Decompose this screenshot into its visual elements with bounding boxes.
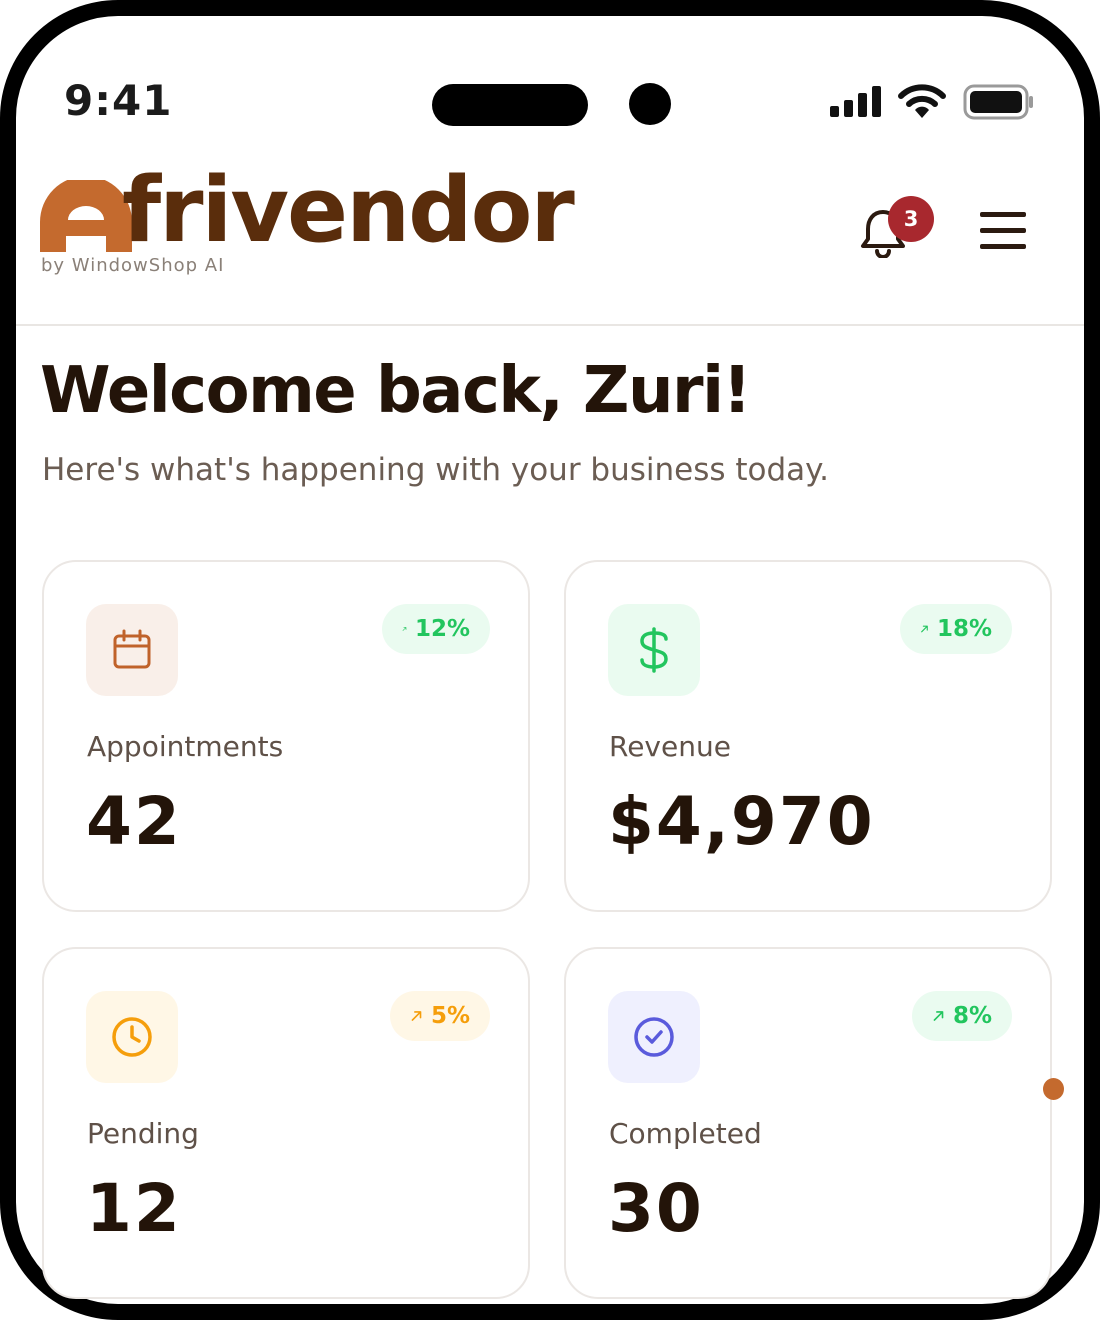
signal-icon bbox=[830, 86, 881, 117]
card-value: 12 bbox=[86, 1170, 182, 1247]
card-value: 30 bbox=[608, 1170, 704, 1247]
card-label: Pending bbox=[87, 1117, 199, 1150]
card-value: 42 bbox=[86, 783, 182, 860]
clock-icon bbox=[112, 1017, 152, 1057]
trend-badge: 18% bbox=[900, 604, 1012, 654]
trend-value: 5% bbox=[430, 1003, 470, 1029]
arrow-up-right-icon bbox=[402, 627, 407, 631]
trend-badge: 5% bbox=[390, 991, 490, 1041]
camera-dot bbox=[629, 83, 671, 125]
trend-badge: 8% bbox=[912, 991, 1012, 1041]
brand-logo[interactable]: frivendor by WindowShop AI bbox=[40, 166, 640, 280]
dollar-icon bbox=[640, 627, 668, 673]
card-icon-box bbox=[86, 604, 178, 696]
logo-wordmark: frivendor bbox=[122, 158, 575, 263]
card-label: Revenue bbox=[609, 730, 731, 763]
scroll-indicator[interactable] bbox=[1043, 1078, 1064, 1100]
card-label: Completed bbox=[609, 1117, 762, 1150]
stat-card-revenue[interactable]: 18% Revenue $4,970 bbox=[564, 560, 1052, 912]
app-header: frivendor by WindowShop AI 3 bbox=[16, 150, 1084, 326]
stat-card-appointments[interactable]: 12% Appointments 42 bbox=[42, 560, 530, 912]
status-bar: 9:41 bbox=[0, 0, 1100, 150]
arrow-up-right-icon bbox=[933, 1011, 944, 1021]
notification-badge: 3 bbox=[888, 196, 934, 242]
check-circle-icon bbox=[634, 1017, 674, 1057]
card-value: $4,970 bbox=[608, 783, 875, 860]
menu-bar bbox=[980, 244, 1026, 249]
menu-bar bbox=[980, 228, 1026, 233]
card-icon-box bbox=[608, 604, 700, 696]
welcome-subtitle: Here's what's happening with your busine… bbox=[42, 452, 829, 488]
wifi-icon bbox=[898, 84, 946, 118]
logo-a-mark bbox=[40, 180, 132, 252]
arrow-up-right-icon bbox=[921, 625, 928, 633]
trend-value: 12% bbox=[414, 616, 470, 642]
stat-card-completed[interactable]: 8% Completed 30 bbox=[564, 947, 1052, 1299]
card-label: Appointments bbox=[87, 730, 284, 763]
trend-value: 8% bbox=[952, 1003, 992, 1029]
arrow-up-right-icon bbox=[411, 1011, 422, 1021]
notifications-button[interactable]: 3 bbox=[854, 194, 934, 264]
logo-tagline: by WindowShop AI bbox=[41, 255, 225, 276]
welcome-title: Welcome back, Zuri! bbox=[40, 354, 752, 428]
dynamic-island bbox=[432, 84, 588, 126]
status-time: 9:41 bbox=[64, 76, 173, 125]
menu-button[interactable] bbox=[976, 208, 1032, 252]
card-icon-box bbox=[608, 991, 700, 1083]
battery-icon bbox=[963, 84, 1033, 120]
trend-badge: 12% bbox=[382, 604, 490, 654]
card-icon-box bbox=[86, 991, 178, 1083]
stat-card-pending[interactable]: 5% Pending 12 bbox=[42, 947, 530, 1299]
calendar-icon bbox=[113, 629, 151, 669]
menu-bar bbox=[980, 212, 1026, 217]
trend-value: 18% bbox=[936, 616, 992, 642]
